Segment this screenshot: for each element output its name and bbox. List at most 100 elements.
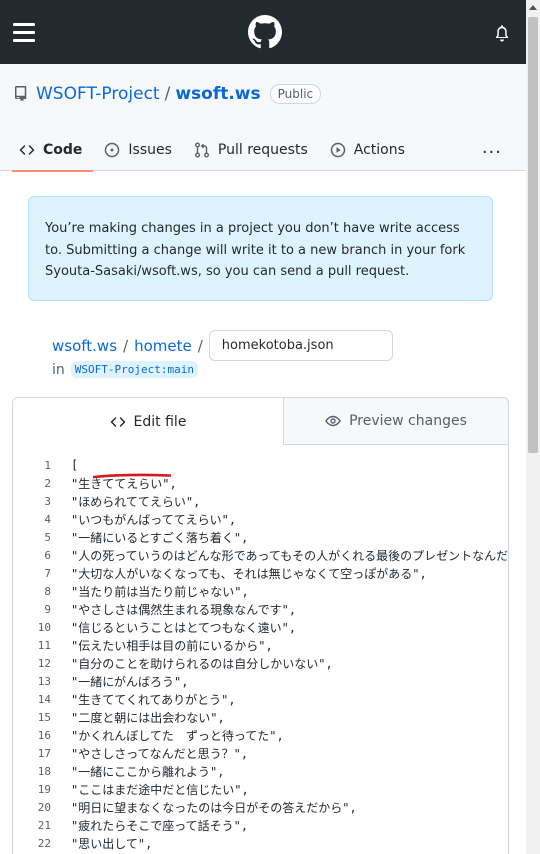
line-text: [ xyxy=(71,458,79,472)
repo-title: WSOFT-Project / wsoft.ws Public xyxy=(13,84,322,104)
repo-owner-link[interactable]: WSOFT-Project xyxy=(36,84,160,104)
top-navigation-bar xyxy=(0,0,526,64)
line-number: 21 xyxy=(37,818,51,832)
code-line[interactable]: 20 "明日に望まなくなったのは今日がその答えだから", xyxy=(13,798,508,816)
line-number: 19 xyxy=(37,782,51,796)
line-text: "思い出して", xyxy=(71,836,153,851)
red-strike-annotation xyxy=(93,473,171,479)
code-line[interactable]: 3 "ほめられててえらい", xyxy=(13,492,508,510)
code-line[interactable]: 15 "二度と朝には出会わない", xyxy=(13,708,508,726)
bell-icon[interactable] xyxy=(494,24,510,42)
code-line[interactable]: 18 "一緒にここから離れよう", xyxy=(13,762,508,780)
code-icon xyxy=(110,416,125,427)
code-icon xyxy=(19,144,35,155)
code-line[interactable]: 22 "思い出して", xyxy=(13,834,508,852)
breadcrumb-repo-link[interactable]: wsoft.ws xyxy=(52,337,117,355)
preview-changes-tab[interactable]: Preview changes xyxy=(284,398,508,444)
scrollbar-thumb[interactable] xyxy=(528,17,538,453)
line-text: "当たり前は当たり前じゃない", xyxy=(71,584,249,599)
line-number: 20 xyxy=(37,800,51,814)
issue-icon xyxy=(105,142,120,157)
hamburger-menu-icon[interactable] xyxy=(13,23,35,42)
code-line[interactable]: 9 "やさしさは偶然生まれる現象なんです", xyxy=(13,600,508,618)
repo-name-link[interactable]: wsoft.ws xyxy=(175,84,260,104)
code-line[interactable]: 14 "生きててくれてありがとう", xyxy=(13,690,508,708)
code-line[interactable]: 16 "かくれんぼしてた ずっと待ってた", xyxy=(13,726,508,744)
code-line[interactable]: 19 "ここはまだ途中だと信じたい", xyxy=(13,780,508,798)
line-text: "二度と朝には出会わない", xyxy=(71,710,225,725)
line-number: 7 xyxy=(44,566,51,580)
line-text: "やさしさは偶然生まれる現象なんです", xyxy=(71,602,297,617)
line-number: 6 xyxy=(44,548,51,562)
breadcrumb-separator: / xyxy=(123,336,129,355)
line-number: 1 xyxy=(44,458,51,472)
line-text: "信じるということはとてつもなく遠い", xyxy=(71,620,297,635)
code-line[interactable]: 6 "人の死っていうのはどんな形であってもその人がくれる最後のプレゼントなんだ xyxy=(13,546,508,564)
tab-actions[interactable]: Actions xyxy=(319,128,416,171)
filename-input[interactable] xyxy=(208,330,393,361)
page-scrollbar[interactable] xyxy=(526,0,540,854)
eye-icon xyxy=(325,415,341,427)
scroll-up-arrow-icon[interactable] xyxy=(526,0,540,14)
github-logo[interactable] xyxy=(248,15,282,49)
line-text: "一緒にいるとすごく落ち着く", xyxy=(71,530,249,545)
tab-issues-label: Issues xyxy=(128,141,172,158)
tab-actions-label: Actions xyxy=(353,141,405,158)
code-line[interactable]: 2 "生きててえらい", xyxy=(13,474,508,492)
line-number: 3 xyxy=(44,494,51,508)
breadcrumb-separator: / xyxy=(197,336,203,355)
code-line[interactable]: 11 "伝えたい相手は目の前にいるから", xyxy=(13,636,508,654)
code-line[interactable]: 21 "疲れたらそこで座って話そう", xyxy=(13,816,508,834)
line-number: 16 xyxy=(37,728,51,742)
tab-issues[interactable]: Issues xyxy=(93,128,183,171)
line-text: "やさしさってなんだと思う？", xyxy=(71,746,249,761)
code-line[interactable]: 7 "大切な人がいなくなっても、それは無じゃなくて空っぽがある", xyxy=(13,564,508,582)
line-text: "一緒にここから離れよう", xyxy=(71,764,225,779)
tab-pull-requests[interactable]: Pull requests xyxy=(183,128,319,171)
line-number: 14 xyxy=(37,692,51,706)
branch-ref-tag[interactable]: WSOFT-Project:main xyxy=(70,361,198,378)
line-text: "明日に望まなくなったのは今日がその答えだから", xyxy=(71,800,357,815)
line-number: 9 xyxy=(44,602,51,616)
line-number: 17 xyxy=(37,746,51,760)
file-editor: Edit file Preview changes 1[2 "生きててえらい",… xyxy=(12,397,509,854)
breadcrumb-folder-link[interactable]: homete xyxy=(134,337,192,355)
code-line[interactable]: 8 "当たり前は当たり前じゃない", xyxy=(13,582,508,600)
line-number: 2 xyxy=(44,476,51,490)
line-text: "人の死っていうのはどんな形であってもその人がくれる最後のプレゼントなんだ xyxy=(71,548,509,563)
line-number: 15 xyxy=(37,710,51,724)
breadcrumb: wsoft.ws / homete / xyxy=(52,330,393,361)
code-line[interactable]: 12 "自分のことを助けられるのは自分しかいない", xyxy=(13,654,508,672)
line-text: "ここはまだ途中だと信じたい", xyxy=(71,782,249,797)
line-text: "ほめられててえらい", xyxy=(71,494,201,509)
play-icon xyxy=(330,142,345,157)
code-area[interactable]: 1[2 "生きててえらい", 3 "ほめられててえらい", 4 "いつもがんばってて… xyxy=(13,445,508,852)
edit-file-tab[interactable]: Edit file xyxy=(13,398,284,445)
more-tabs-button[interactable]: ··· xyxy=(482,142,502,163)
line-number: 12 xyxy=(37,656,51,670)
code-line[interactable]: 17 "やさしさってなんだと思う？", xyxy=(13,744,508,762)
line-number: 10 xyxy=(37,620,51,634)
code-line[interactable]: 5 "一緒にいるとすごく落ち着く", xyxy=(13,528,508,546)
repo-tabs: Code Issues Pull requests Actions xyxy=(8,128,416,172)
line-text: "いつもがんばっててえらい", xyxy=(71,512,237,527)
tab-code[interactable]: Code xyxy=(8,128,94,172)
code-line[interactable]: 4 "いつもがんばっててえらい", xyxy=(13,510,508,528)
tab-code-label: Code xyxy=(43,141,83,158)
line-text: "自分のことを助けられるのは自分しかいない", xyxy=(71,656,333,671)
code-line[interactable]: 13 "一緒にがんばろう", xyxy=(13,672,508,690)
editor-tabs: Edit file Preview changes xyxy=(13,398,508,445)
repository-header: WSOFT-Project / wsoft.ws Public Code Iss… xyxy=(0,64,526,172)
fork-notice-text: You’re making changes in a project you d… xyxy=(45,221,466,279)
pull-request-icon xyxy=(194,142,209,157)
code-line[interactable]: 10 "信じるということはとてつもなく遠い", xyxy=(13,618,508,636)
branch-info: in WSOFT-Project:main xyxy=(52,361,198,378)
preview-changes-label: Preview changes xyxy=(349,413,467,429)
line-text: "一緒にがんばろう", xyxy=(71,674,189,689)
line-number: 4 xyxy=(44,512,51,526)
code-line[interactable]: 1[ xyxy=(13,456,508,474)
line-number: 5 xyxy=(44,530,51,544)
visibility-badge: Public xyxy=(269,84,322,104)
repo-icon xyxy=(15,86,27,102)
line-number: 11 xyxy=(37,638,51,652)
